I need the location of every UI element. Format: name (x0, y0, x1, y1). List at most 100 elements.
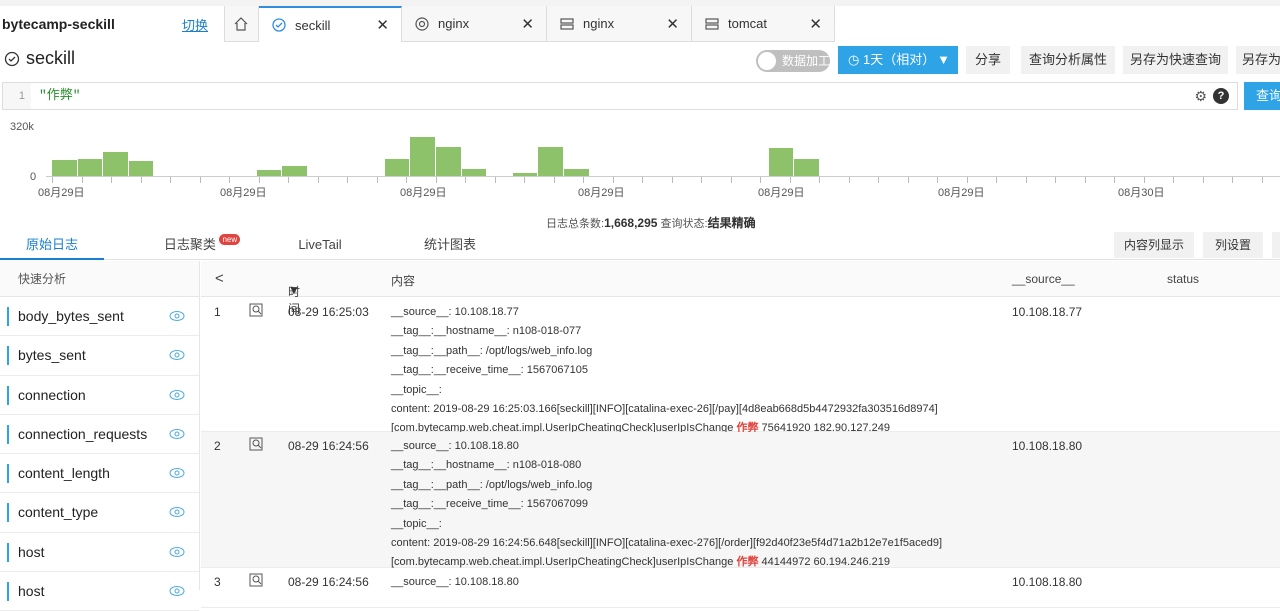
histogram-x-label: 08月29日 (400, 187, 447, 199)
field-item[interactable]: host (0, 533, 199, 573)
histogram-tick (1055, 177, 1056, 183)
field-item[interactable]: content_length (0, 454, 199, 494)
eye-icon[interactable] (169, 310, 185, 322)
close-icon[interactable]: ✕ (666, 15, 679, 33)
log-time: 08-29 16:24:56 (288, 575, 369, 589)
eye-icon[interactable] (169, 428, 185, 440)
context-browse-icon[interactable] (249, 437, 264, 452)
histogram-bar[interactable] (77, 158, 103, 176)
row-number: 2 (214, 439, 221, 453)
save-as-button[interactable]: 另存为 (1236, 46, 1280, 74)
table-row: 1 08-29 16:25:03 __source__: 10.108.18.77 _… (201, 298, 1280, 434)
tab-raw-logs[interactable]: 原始日志 (0, 230, 104, 260)
project-header: bytecamp-seckill 切换 (0, 6, 225, 42)
eye-icon[interactable] (169, 506, 185, 518)
time-range-button[interactable]: ◷ 1天（相对） ▼ (838, 46, 958, 74)
eye-icon[interactable] (169, 546, 185, 558)
data-processing-toggle[interactable]: 数据加工 (756, 50, 830, 72)
histogram-tick (642, 177, 643, 183)
home-icon (234, 16, 248, 31)
field-item[interactable]: content_type (0, 493, 199, 533)
summary-prefix: 日志总条数: (546, 218, 605, 230)
histogram-axis (46, 176, 1280, 177)
histogram-tick (52, 177, 53, 183)
eye-icon[interactable] (169, 467, 185, 479)
log-content-line: __tag__:__hostname__: n108-018-077 (391, 325, 582, 338)
histogram-bar[interactable] (436, 146, 461, 176)
server-icon (560, 17, 574, 30)
close-icon[interactable]: ✕ (521, 15, 534, 33)
prev-page-icon[interactable]: < (215, 270, 224, 287)
histogram-tick (376, 177, 378, 183)
histogram-tick (288, 177, 289, 183)
histogram-tick (317, 177, 319, 183)
tab-stats-chart[interactable]: 统计图表 (400, 230, 500, 260)
tab-seckill[interactable]: seckill ✕ (259, 6, 402, 42)
sort-desc-icon[interactable]: ▼ (288, 283, 300, 297)
context-browse-icon[interactable] (249, 573, 264, 588)
query-icon (4, 51, 20, 66)
histogram-bar[interactable] (384, 159, 410, 176)
histogram-bar[interactable] (461, 168, 487, 176)
eye-icon[interactable] (169, 585, 185, 597)
histogram-tick (583, 177, 584, 183)
eye-icon[interactable] (169, 389, 185, 401)
field-item[interactable]: bytes_sent (0, 336, 199, 376)
histogram-bar[interactable] (564, 168, 589, 176)
help-icon[interactable]: ? (1213, 88, 1229, 104)
context-browse-icon[interactable] (249, 303, 264, 318)
field-item[interactable]: body_bytes_sent (0, 297, 199, 337)
histogram-x-label: 08月29日 (938, 187, 985, 199)
search-button[interactable]: 查询 (1244, 82, 1280, 110)
column-settings-button[interactable]: 列设置 (1203, 232, 1263, 258)
switch-project-link[interactable]: 切换 (182, 15, 208, 34)
field-marker (7, 346, 9, 366)
histogram-bar[interactable] (410, 137, 435, 176)
close-icon[interactable]: ✕ (809, 15, 822, 33)
tab-tomcat[interactable]: tomcat ✕ (692, 6, 835, 42)
tab-log-cluster[interactable]: 日志聚类 new (142, 230, 262, 260)
field-name: bytes_sent (18, 347, 86, 364)
close-icon[interactable]: ✕ (376, 16, 389, 34)
content-display-button[interactable]: 内容列显示 (1114, 232, 1194, 258)
tab-label: nginx (583, 16, 615, 31)
log-content: __source__: 10.108.18.77 __tag__:__hostna… (391, 303, 1011, 439)
histogram-bar[interactable] (103, 152, 128, 176)
home-tab[interactable] (225, 6, 259, 42)
histogram-bar[interactable] (538, 147, 563, 176)
log-content-line: __tag__:__path__: /opt/logs/web_info.log (391, 344, 593, 357)
field-item[interactable]: connection (0, 376, 199, 415)
histogram-bar[interactable] (128, 161, 154, 176)
log-content-line: __tag__:__receive_time__: 1567067105 (391, 364, 588, 377)
source-column-header: __source__ (1012, 272, 1075, 286)
histogram-tick (199, 177, 201, 183)
histogram-bar[interactable] (794, 158, 819, 176)
query-props-button[interactable]: 查询分析属性 (1021, 46, 1115, 74)
server-icon (705, 17, 719, 30)
histogram-x-label: 08月30日 (1118, 187, 1165, 199)
more-button[interactable] (1272, 232, 1280, 258)
query-editor[interactable]: 1 "作弊" ⚙ ? (2, 82, 1238, 110)
field-item[interactable]: host (0, 572, 199, 611)
eye-icon[interactable] (169, 349, 185, 361)
histogram-bar[interactable] (256, 170, 282, 176)
keyword-highlight: 作弊 (736, 556, 759, 569)
histogram-bar[interactable] (512, 173, 538, 176)
tab-nginx-2[interactable]: nginx ✕ (547, 6, 692, 42)
tab-nginx-1[interactable]: nginx ✕ (402, 6, 547, 42)
field-item[interactable]: connection_requests (0, 415, 199, 455)
share-button[interactable]: 分享 (966, 46, 1010, 74)
log-source: 10.108.18.80 (1012, 575, 1083, 589)
tab-livetail[interactable]: LiveTail (280, 230, 360, 260)
histogram-tick (140, 177, 142, 183)
save-quick-query-button[interactable]: 另存为快速查询 (1123, 46, 1228, 74)
field-name: host (18, 543, 45, 560)
histogram-bar[interactable] (52, 160, 77, 176)
histogram-bar[interactable] (282, 165, 307, 176)
log-content: __source__: 10.108.18.80 (391, 573, 1011, 592)
settings-icon[interactable]: ⚙ (1194, 88, 1207, 105)
histogram-bar[interactable] (768, 148, 794, 176)
title-row: seckill 数据加工 ◷ 1天（相对） ▼ 分享 查询分析属性 另存为快速查… (0, 42, 1280, 78)
histogram-tick (612, 177, 614, 183)
table-row: 2 08-29 16:24:56 __source__: 10.108.18.80 _… (201, 432, 1280, 568)
